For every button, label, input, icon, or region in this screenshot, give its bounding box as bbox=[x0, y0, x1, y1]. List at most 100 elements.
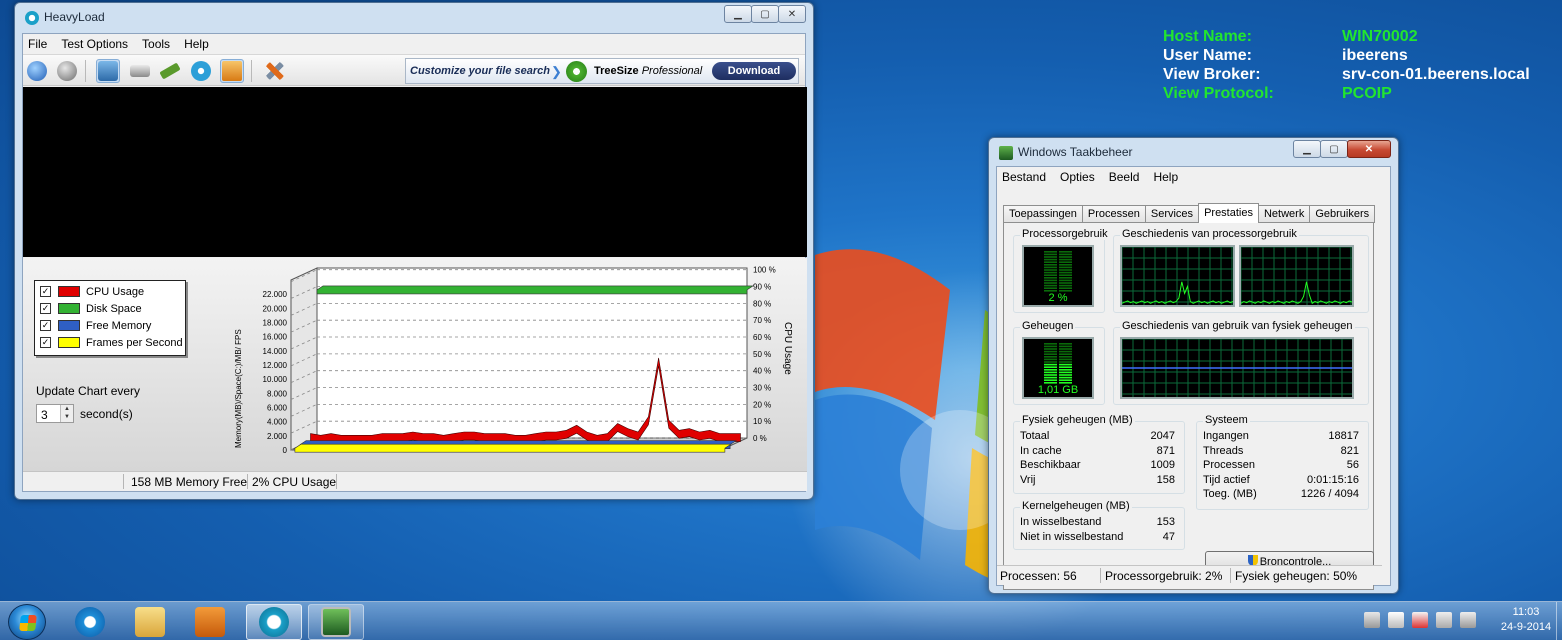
meter-segment bbox=[1059, 258, 1072, 261]
ad-text: Customize your file search bbox=[410, 65, 550, 77]
performance-tab-body: Processorgebruik 2 % Geschiedenis van pr… bbox=[1003, 222, 1374, 590]
chart-panel: ✓ CPU Usage ✓ Disk Space ✓ Free Memory ✓ Frames… bbox=[23, 258, 807, 479]
menu-file[interactable]: File bbox=[28, 37, 47, 51]
meter-segment bbox=[1044, 358, 1057, 361]
stat-value: 47 bbox=[1162, 530, 1175, 543]
meter-segment bbox=[1059, 253, 1072, 256]
media-player-icon bbox=[195, 607, 225, 637]
meter-segment bbox=[1044, 264, 1057, 266]
tab-prestaties[interactable]: Prestaties bbox=[1198, 203, 1259, 223]
taskbar-taskmgr[interactable] bbox=[308, 604, 364, 640]
meter-segment bbox=[1044, 363, 1057, 366]
gpu-stress-button[interactable] bbox=[220, 59, 244, 83]
keyboard-icon[interactable] bbox=[1364, 612, 1380, 628]
heavyload-titlebar[interactable]: HeavyLoad ▁ ▢ ✕ bbox=[22, 3, 806, 33]
legend-item[interactable]: ✓ Disk Space bbox=[40, 301, 142, 316]
menu-help[interactable]: Help bbox=[1153, 170, 1178, 184]
right-tick-label: 10 % bbox=[753, 417, 771, 426]
legend-checkbox[interactable]: ✓ bbox=[40, 303, 51, 314]
left-tick-label: 14.000 bbox=[263, 347, 288, 356]
taskmgr-menubar: Bestand Opties Beeld Help bbox=[997, 167, 1390, 187]
tab-netwerk[interactable]: Netwerk bbox=[1257, 205, 1311, 223]
meter-segment bbox=[1059, 361, 1072, 363]
menu-tools[interactable]: Tools bbox=[142, 37, 170, 51]
stat-label: Beschikbaar bbox=[1020, 459, 1081, 471]
treesize-ad-banner[interactable]: Customize your file search ❯ TreeSize Pr… bbox=[405, 58, 799, 84]
clock-date: 24-9-2014 bbox=[1500, 621, 1552, 633]
taskmgr-icon bbox=[321, 607, 351, 637]
menu-beeld[interactable]: Beeld bbox=[1109, 170, 1140, 184]
bginfo-value: srv-con-01.beerens.local bbox=[1342, 66, 1530, 83]
maximize-button[interactable]: ▢ bbox=[751, 5, 779, 23]
meter-segment bbox=[1044, 374, 1057, 376]
frames-per-second-series bbox=[294, 443, 732, 453]
taskbar-media-player[interactable] bbox=[182, 604, 238, 640]
taskbar-heavyload[interactable] bbox=[246, 604, 302, 640]
legend-swatch bbox=[58, 337, 80, 348]
start-button[interactable] bbox=[8, 604, 46, 640]
treesize-button[interactable] bbox=[189, 59, 213, 83]
memory-label: Geheugen bbox=[1020, 320, 1076, 332]
minimize-button[interactable]: ▁ bbox=[1293, 140, 1321, 158]
memory-stress-button[interactable] bbox=[158, 59, 182, 83]
left-tick-label: 6.000 bbox=[267, 404, 288, 413]
legend-checkbox[interactable]: ✓ bbox=[40, 320, 51, 331]
legend-checkbox[interactable]: ✓ bbox=[40, 286, 51, 297]
heavyload-window[interactable]: HeavyLoad ▁ ▢ ✕ File Test Options Tools … bbox=[14, 2, 814, 500]
left-tick-label: 16.000 bbox=[263, 333, 288, 342]
memory-history-group: Geschiedenis van gebruik van fysiek gehe… bbox=[1113, 320, 1369, 405]
menu-bestand[interactable]: Bestand bbox=[1002, 170, 1046, 184]
tab-gebruikers[interactable]: Gebruikers bbox=[1309, 205, 1376, 223]
settings-button[interactable] bbox=[263, 59, 287, 83]
taskbar-internet-explorer[interactable] bbox=[62, 604, 118, 640]
show-desktop-button[interactable] bbox=[1556, 602, 1562, 640]
network-icon[interactable] bbox=[1436, 612, 1452, 628]
tab-toepassingen[interactable]: Toepassingen bbox=[1003, 205, 1083, 223]
legend-item[interactable]: ✓ Free Memory bbox=[40, 318, 151, 333]
stat-value: 153 bbox=[1156, 516, 1175, 528]
legend-item[interactable]: ✓ CPU Usage bbox=[40, 284, 144, 299]
window-title: Windows Taakbeheer bbox=[1018, 145, 1133, 159]
tab-processen[interactable]: Processen bbox=[1081, 205, 1146, 223]
download-button[interactable]: Download bbox=[712, 62, 796, 80]
taskmgr-titlebar[interactable]: Windows Taakbeheer ▁ ▢ ✕ bbox=[996, 138, 1391, 168]
bginfo-label: View Broker: bbox=[1163, 66, 1261, 83]
cpu-stress-button[interactable] bbox=[96, 59, 120, 83]
menu-test-options[interactable]: Test Options bbox=[61, 37, 128, 51]
meter-segment bbox=[1044, 369, 1057, 371]
physical-memory-label: Fysiek geheugen (MB) bbox=[1020, 414, 1135, 426]
meter-segment bbox=[1044, 345, 1057, 348]
legend-swatch bbox=[58, 320, 80, 331]
tab-services[interactable]: Services bbox=[1144, 205, 1200, 223]
meter-segment bbox=[1059, 287, 1072, 289]
left-tick-label: 8.000 bbox=[267, 389, 288, 398]
stop-button[interactable] bbox=[55, 59, 79, 83]
taskmgr-window[interactable]: Windows Taakbeheer ▁ ▢ ✕ Bestand Opties … bbox=[988, 137, 1399, 594]
maximize-button[interactable]: ▢ bbox=[1320, 140, 1348, 158]
disk-stress-button[interactable] bbox=[128, 59, 152, 83]
close-button[interactable]: ✕ bbox=[778, 5, 806, 23]
cpu-icon bbox=[98, 61, 118, 81]
show-hidden-icon[interactable] bbox=[1388, 612, 1404, 628]
meter-segment bbox=[1059, 374, 1072, 376]
status-cpu: Processorgebruik: 2% bbox=[1105, 569, 1223, 583]
menu-opties[interactable]: Opties bbox=[1060, 170, 1095, 184]
start-button[interactable] bbox=[25, 59, 49, 83]
taskbar-clock[interactable]: 11:03 24-9-2014 bbox=[1494, 605, 1558, 635]
taskmgr-logo-icon bbox=[999, 146, 1013, 160]
menu-help[interactable]: Help bbox=[184, 37, 209, 51]
cpu-usage-group: Processorgebruik 2 % bbox=[1013, 228, 1110, 313]
legend-item[interactable]: ✓ Frames per Second bbox=[40, 335, 183, 350]
heavyload-statusbar: 158 MB Memory Free 2% CPU Usage bbox=[23, 471, 807, 491]
action-center-icon[interactable] bbox=[1412, 612, 1428, 628]
close-button[interactable]: ✕ bbox=[1347, 140, 1391, 158]
volume-icon[interactable] bbox=[1460, 612, 1476, 628]
meter-segment bbox=[1059, 274, 1072, 276]
spinner-arrows-icon[interactable]: ▲ ▼ bbox=[60, 405, 73, 422]
update-interval-spinner[interactable]: 3 ▲ ▼ bbox=[36, 404, 74, 423]
legend-checkbox[interactable]: ✓ bbox=[40, 337, 51, 348]
minimize-button[interactable]: ▁ bbox=[724, 5, 752, 23]
taskbar-explorer[interactable] bbox=[122, 604, 178, 640]
right-tick-label: 0 % bbox=[753, 434, 767, 443]
update-interval-value[interactable]: 3 bbox=[41, 408, 48, 422]
